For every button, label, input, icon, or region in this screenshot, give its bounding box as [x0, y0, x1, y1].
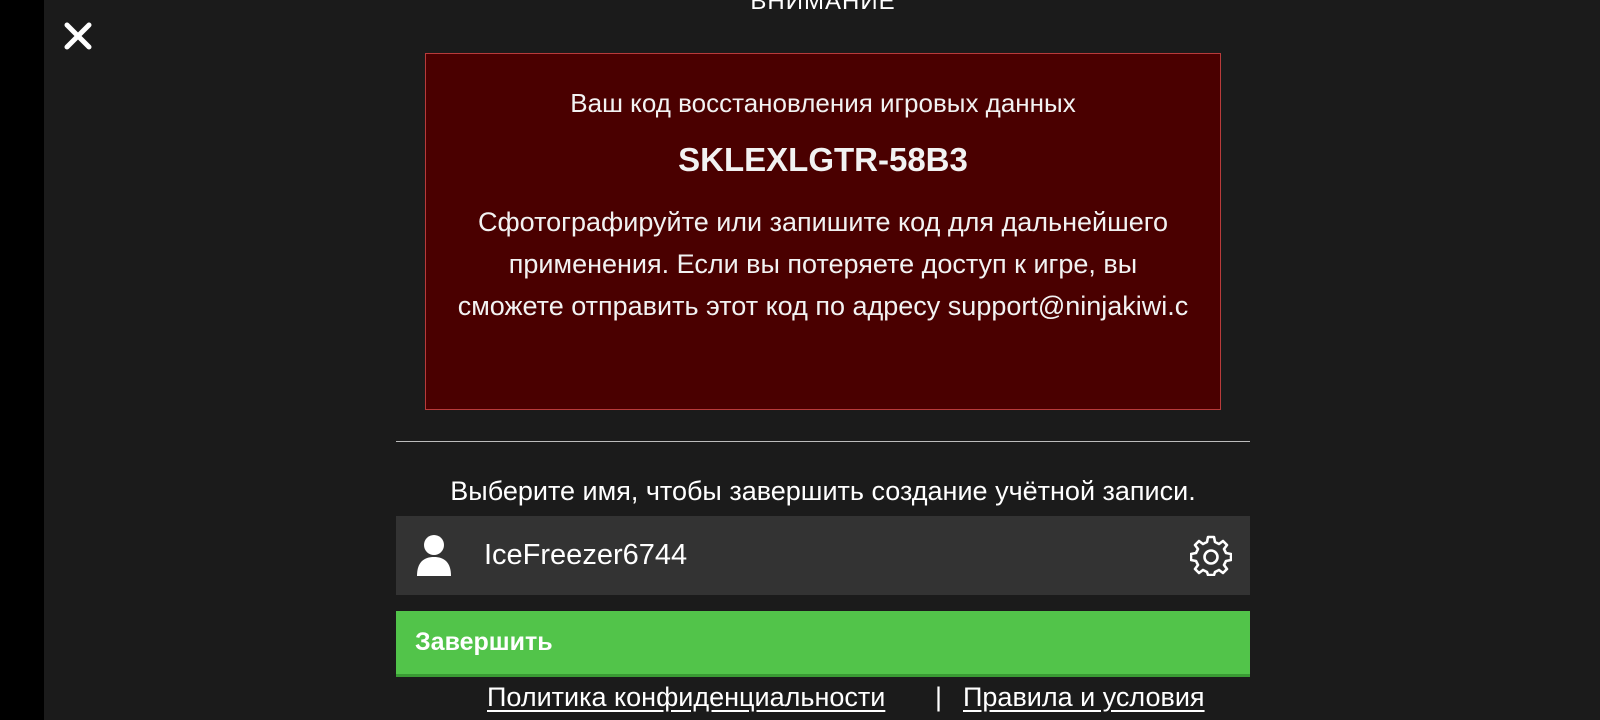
username-field — [396, 516, 1250, 595]
footer-links: Политика конфиденциальности | Правила и … — [396, 682, 1250, 720]
username-input[interactable] — [484, 516, 1164, 595]
close-icon — [64, 22, 92, 50]
username-prompt: Выберите имя, чтобы завершить создание у… — [450, 476, 1196, 506]
privacy-policy-link[interactable]: Политика конфиденциальности — [487, 682, 885, 713]
recovery-code-heading: Ваш код восстановления игровых данных — [570, 88, 1076, 118]
finish-button[interactable]: Завершить — [396, 611, 1250, 677]
section-divider — [396, 441, 1250, 442]
gear-icon[interactable] — [1190, 534, 1232, 576]
left-edge-strip — [0, 0, 44, 720]
recovery-code-panel: Ваш код восстановления игровых данных SK… — [425, 53, 1221, 410]
user-icon — [417, 535, 451, 576]
terms-link[interactable]: Правила и условия — [963, 682, 1205, 713]
page-title: ВНИМАНИЕ — [750, 0, 896, 15]
recovery-code-instructions: Сфотографируйте или запишите код для дал… — [457, 207, 1189, 321]
footer-separator: | — [935, 682, 943, 712]
close-button[interactable] — [60, 18, 96, 54]
recovery-code-value: SKLEXLGTR-58B3 — [678, 141, 968, 178]
